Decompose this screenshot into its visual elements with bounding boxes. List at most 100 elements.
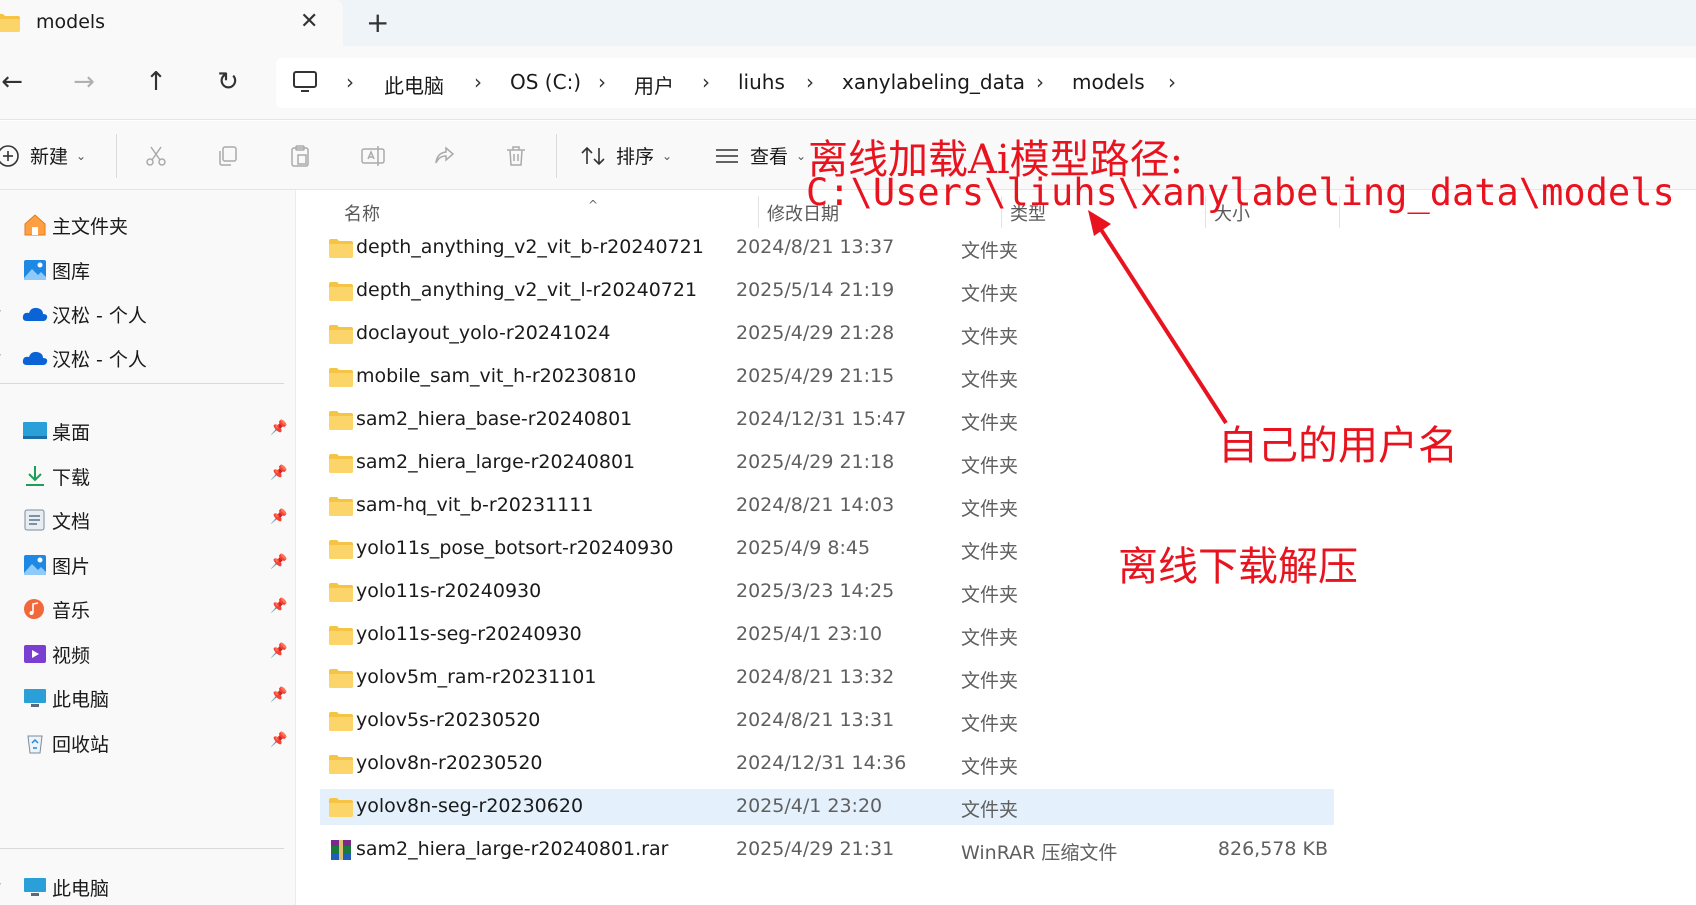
pin-icon[interactable]: 📌 — [270, 465, 287, 481]
pin-icon[interactable]: 📌 — [270, 598, 287, 614]
breadcrumb-models[interactable]: models — [1072, 70, 1145, 94]
pin-icon[interactable]: 📌 — [270, 643, 287, 659]
chevron-right-icon: › — [474, 70, 482, 94]
view-button[interactable]: 查看 ⌄ — [714, 121, 806, 190]
chevron-right-icon: › — [702, 70, 710, 94]
navigation-pane: 主文件夹 图库 › 汉松 - 个人 › 汉松 - 个人 桌面 📌 — [0, 190, 296, 905]
folder-icon — [329, 755, 353, 774]
pin-icon[interactable]: 📌 — [270, 687, 287, 703]
file-date: 2024/8/21 13:37 — [736, 236, 895, 258]
table-row[interactable]: mobile_sam_vit_h-r20230810 2025/4/29 21:1… — [320, 359, 1334, 395]
sidebar-item-onedrive-2[interactable]: › 汉松 - 个人 — [0, 335, 296, 379]
folder-icon — [329, 282, 353, 301]
folder-icon — [329, 368, 353, 387]
column-header-name[interactable]: 名称 ^ — [344, 198, 598, 226]
table-row[interactable]: yolov5s-r20230520 2024/8/21 13:31 文件夹 — [320, 703, 1334, 739]
file-type: 文件夹 — [961, 713, 1019, 735]
new-tab-button[interactable]: + — [366, 6, 389, 40]
file-name: yolo11s-r20240930 — [356, 580, 542, 602]
pin-icon[interactable]: 📌 — [270, 554, 287, 570]
folder-icon — [329, 239, 353, 258]
share-icon — [435, 145, 455, 163]
breadcrumb-liuhs[interactable]: liuhs — [738, 70, 785, 94]
new-button[interactable]: 新建 ⌄ — [0, 121, 86, 190]
table-row[interactable]: depth_anything_v2_vit_l-r20240721 2025/5/… — [320, 273, 1334, 309]
chevron-right-icon: › — [806, 70, 814, 94]
file-name: yolov5s-r20230520 — [356, 709, 541, 731]
breadcrumb-drive-c[interactable]: OS (C:) — [510, 70, 581, 94]
sidebar-item-music[interactable]: 音乐 📌 — [0, 586, 296, 630]
file-date: 2025/4/1 23:20 — [736, 795, 883, 817]
rename-button[interactable] — [360, 121, 386, 190]
chevron-right-icon: › — [1036, 70, 1044, 94]
sidebar-item-label: 桌面 — [52, 422, 91, 444]
breadcrumb[interactable]: › 此电脑 › OS (C:) › 用户 › liuhs › xanylabel… — [276, 58, 1696, 108]
chevron-down-icon: ⌄ — [796, 148, 807, 163]
file-type: 文件夹 — [961, 756, 1019, 778]
close-icon[interactable]: ✕ — [300, 9, 318, 34]
chevron-right-icon: › — [346, 70, 354, 94]
cut-button[interactable] — [144, 121, 168, 190]
sort-ascending-icon: ^ — [588, 198, 599, 212]
pin-icon[interactable]: 📌 — [270, 732, 287, 748]
sidebar-item-home[interactable]: 主文件夹 — [0, 202, 296, 246]
delete-button[interactable] — [504, 121, 528, 190]
sidebar-item-recycle-bin[interactable]: 回收站 📌 — [0, 720, 296, 764]
file-name: depth_anything_v2_vit_b-r20240721 — [356, 236, 704, 258]
table-row[interactable]: sam2_hiera_large-r20240801.rar 2025/4/29 … — [320, 832, 1334, 868]
sidebar-item-label: 此电脑 — [52, 689, 110, 711]
sidebar-item-downloads[interactable]: 下载 📌 — [0, 453, 296, 497]
forward-button[interactable]: → — [66, 64, 102, 100]
breadcrumb-xanylabeling-data[interactable]: xanylabeling_data — [842, 70, 1025, 94]
breadcrumb-this-pc[interactable]: 此电脑 — [384, 70, 444, 99]
table-row[interactable]: sam-hq_vit_b-r20231111 2024/8/21 14:03 文件夹 — [320, 488, 1334, 524]
paste-icon — [291, 144, 309, 167]
recycle-bin-icon — [27, 735, 43, 754]
videos-icon — [24, 645, 46, 663]
table-row[interactable]: yolo11s-seg-r20240930 2025/4/1 23:10 文件夹 — [320, 617, 1334, 653]
file-type: 文件夹 — [961, 627, 1019, 649]
chevron-right-icon[interactable]: › — [0, 303, 2, 319]
sidebar-item-this-pc-root[interactable]: › 此电脑 — [0, 864, 296, 905]
music-icon — [24, 599, 44, 619]
table-row[interactable]: depth_anything_v2_vit_b-r20240721 2024/8/… — [320, 230, 1334, 266]
sidebar-item-onedrive-1[interactable]: › 汉松 - 个人 — [0, 291, 296, 335]
file-date: 2025/4/29 21:18 — [736, 451, 895, 473]
folder-icon — [329, 583, 353, 602]
table-row[interactable]: yolov8n-seg-r20230620 2025/4/1 23:20 文件夹 — [320, 789, 1334, 825]
refresh-button[interactable]: ↻ — [210, 64, 246, 100]
sort-icon — [581, 146, 605, 165]
paste-button[interactable] — [288, 121, 312, 190]
breadcrumb-users[interactable]: 用户 — [634, 70, 674, 99]
table-row[interactable]: sam2_hiera_base-r20240801 2024/12/31 15:4… — [320, 402, 1334, 438]
tab-models[interactable]: models ✕ — [0, 0, 343, 48]
folder-icon — [329, 325, 353, 344]
pin-icon[interactable]: 📌 — [270, 509, 287, 525]
up-button[interactable]: ↑ — [138, 64, 174, 100]
table-row[interactable]: yolov8n-r20230520 2024/12/31 14:36 文件夹 — [320, 746, 1334, 782]
sidebar-item-desktop[interactable]: 桌面 📌 — [0, 408, 296, 452]
copy-button[interactable] — [216, 121, 240, 190]
file-name: yolov8n-r20230520 — [356, 752, 543, 774]
sort-button[interactable]: 排序 ⌄ — [580, 121, 672, 190]
chevron-right-icon[interactable]: › — [0, 876, 2, 892]
file-date: 2025/4/1 23:10 — [736, 623, 883, 645]
onedrive-icon — [22, 307, 48, 321]
table-row[interactable]: sam2_hiera_large-r20240801 2025/4/29 21:1… — [320, 445, 1334, 481]
gallery-icon — [24, 260, 46, 280]
chevron-right-icon: › — [598, 70, 606, 94]
chevron-right-icon[interactable]: › — [0, 347, 2, 363]
table-row[interactable]: doclayout_yolo-r20241024 2025/4/29 21:28 文… — [320, 316, 1334, 352]
column-divider[interactable] — [758, 196, 759, 228]
sidebar-item-label: 图库 — [52, 261, 91, 283]
sidebar-item-documents[interactable]: 文档 📌 — [0, 497, 296, 541]
sidebar-item-gallery[interactable]: 图库 — [0, 247, 296, 291]
sidebar-item-videos[interactable]: 视频 📌 — [0, 631, 296, 675]
file-date: 2024/12/31 14:36 — [736, 752, 907, 774]
pin-icon[interactable]: 📌 — [270, 420, 287, 436]
sidebar-item-this-pc[interactable]: 此电脑 📌 — [0, 675, 296, 719]
sidebar-item-pictures[interactable]: 图片 📌 — [0, 542, 296, 586]
share-button[interactable] — [432, 121, 456, 190]
back-button[interactable]: ← — [0, 64, 30, 100]
table-row[interactable]: yolov5m_ram-r20231101 2024/8/21 13:32 文件夹 — [320, 660, 1334, 696]
